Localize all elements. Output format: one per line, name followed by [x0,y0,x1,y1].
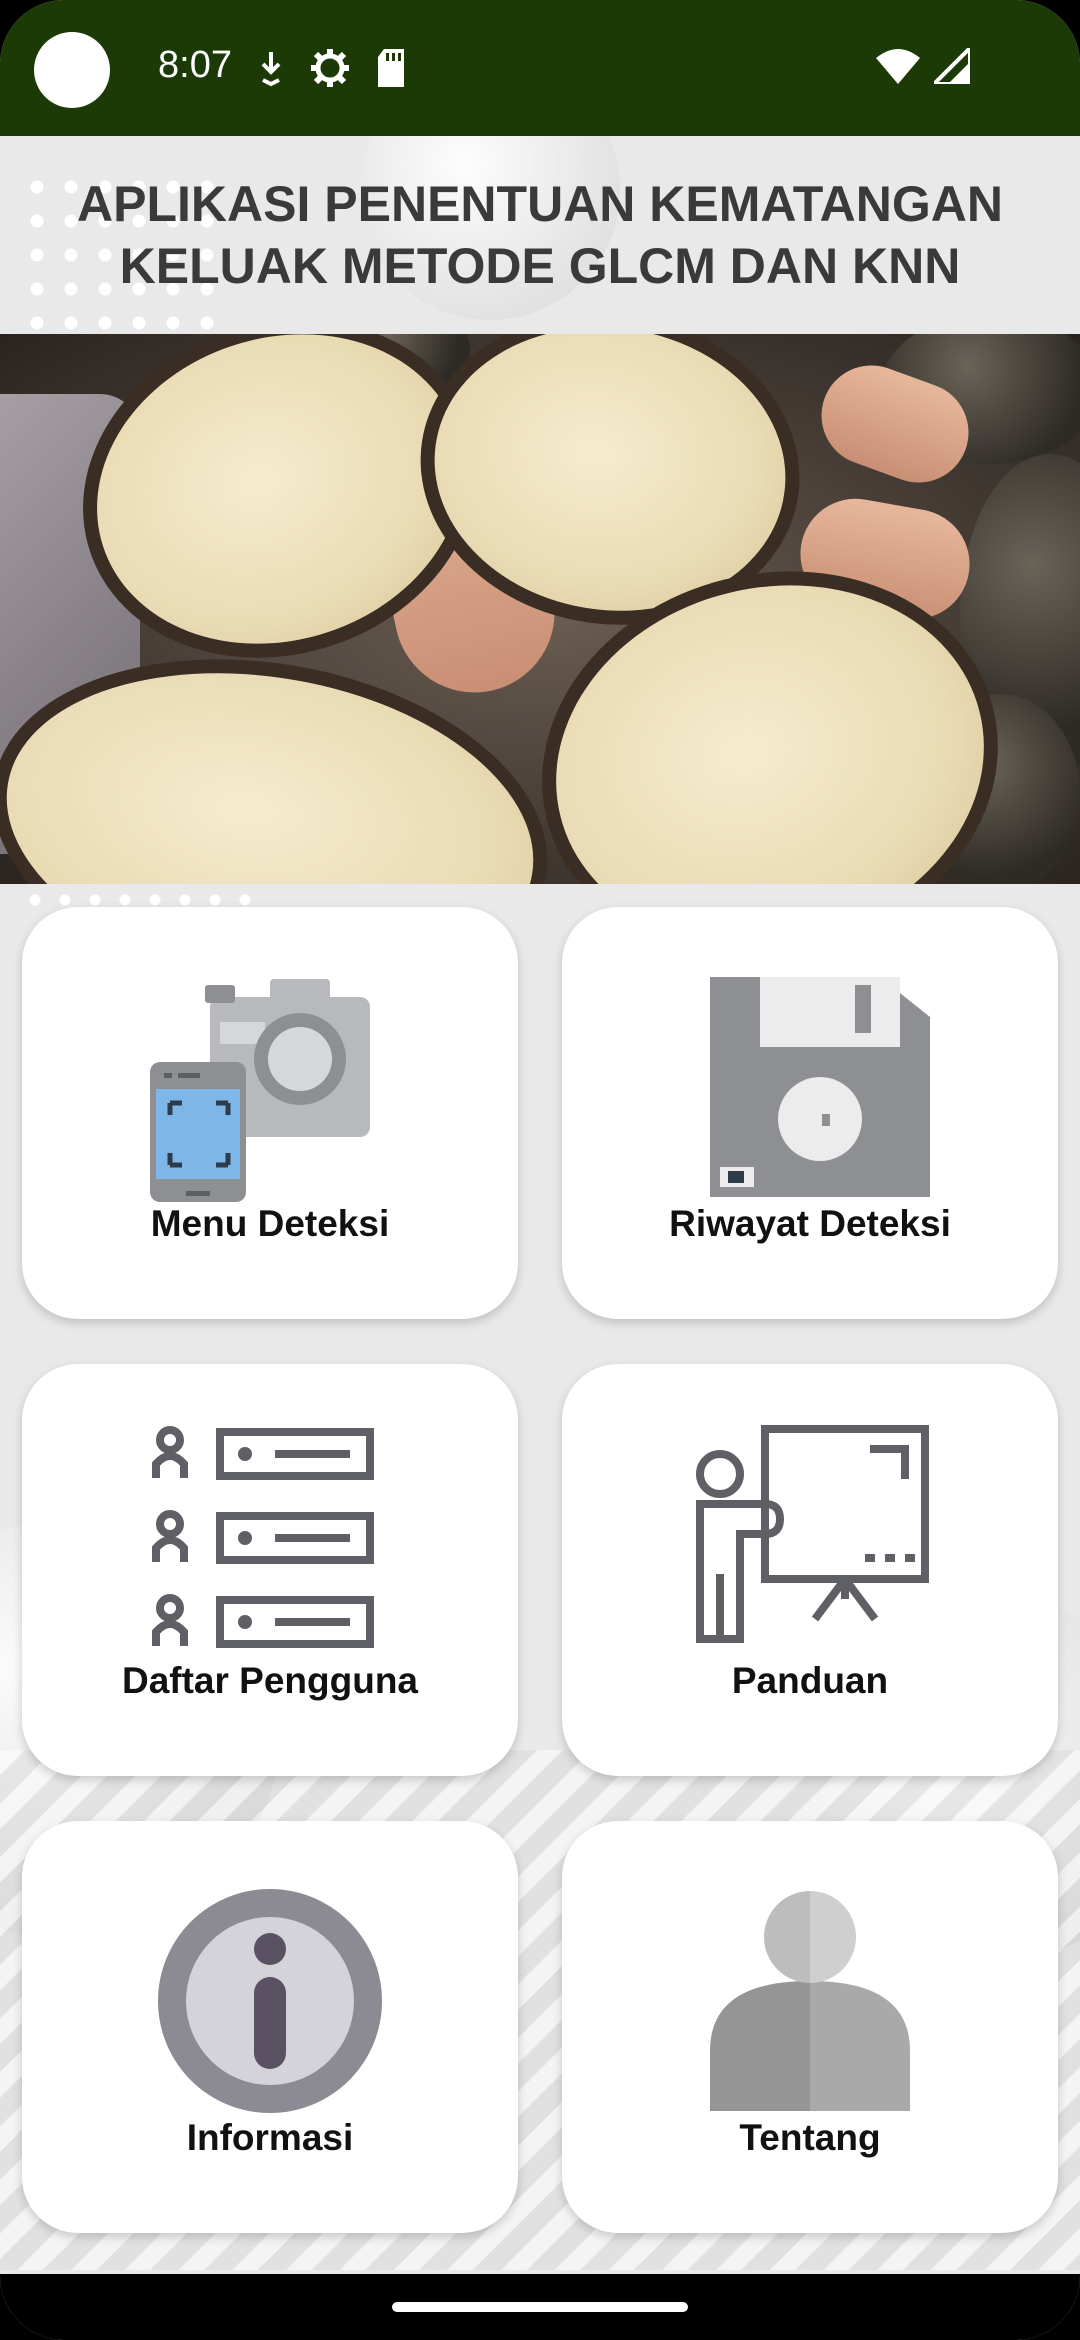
floppy-disk-icon [710,977,930,1197]
tentang-button[interactable]: Tentang [562,1821,1058,2233]
status-time: 8:07 [158,44,232,86]
settings-icon [311,49,349,87]
page-title: APLIKASI PENENTUAN KEMATANGAN KELUAK MET… [40,173,1040,297]
camera-phone-icon [150,979,370,1202]
wifi-icon [876,49,920,84]
panduan-label: Panduan [731,1660,889,1701]
person-icon [710,1891,910,2111]
menu-deteksi-button[interactable]: Menu Deteksi [22,907,518,1319]
presentation-icon [696,1425,929,1643]
user-list-icon [152,1426,374,1648]
daftar-pengguna-button[interactable]: Daftar Pengguna [22,1364,518,1776]
informasi-button[interactable]: Informasi [22,1821,518,2233]
keluak-photo [0,334,1080,884]
sd-card-icon [378,49,404,87]
panduan-button[interactable]: Panduan [562,1364,1058,1776]
app-screen: 8:07 APLIKASI PENENTUAN KEMATANGAN KELUA… [0,0,1080,2340]
tentang-label: Tentang [739,2117,881,2158]
title-line-1: APLIKASI PENENTUAN KEMATANGAN [77,176,1003,232]
info-icon [158,1889,382,2113]
home-gesture-handle[interactable] [392,2302,688,2312]
app-header: APLIKASI PENENTUAN KEMATANGAN KELUAK MET… [0,136,1080,334]
informasi-label: Informasi [186,2117,354,2158]
status-bar: 8:07 [0,0,1080,136]
riwayat-deteksi-label: Riwayat Deteksi [669,1203,951,1244]
front-camera-cutout [34,32,110,108]
signal-icon [934,48,970,84]
riwayat-deteksi-button[interactable]: Riwayat Deteksi [562,907,1058,1319]
daftar-pengguna-label: Daftar Pengguna [121,1660,419,1701]
menu-deteksi-label: Menu Deteksi [150,1203,390,1244]
title-line-2: KELUAK METODE GLCM DAN KNN [119,238,961,294]
download-icon [261,52,281,87]
